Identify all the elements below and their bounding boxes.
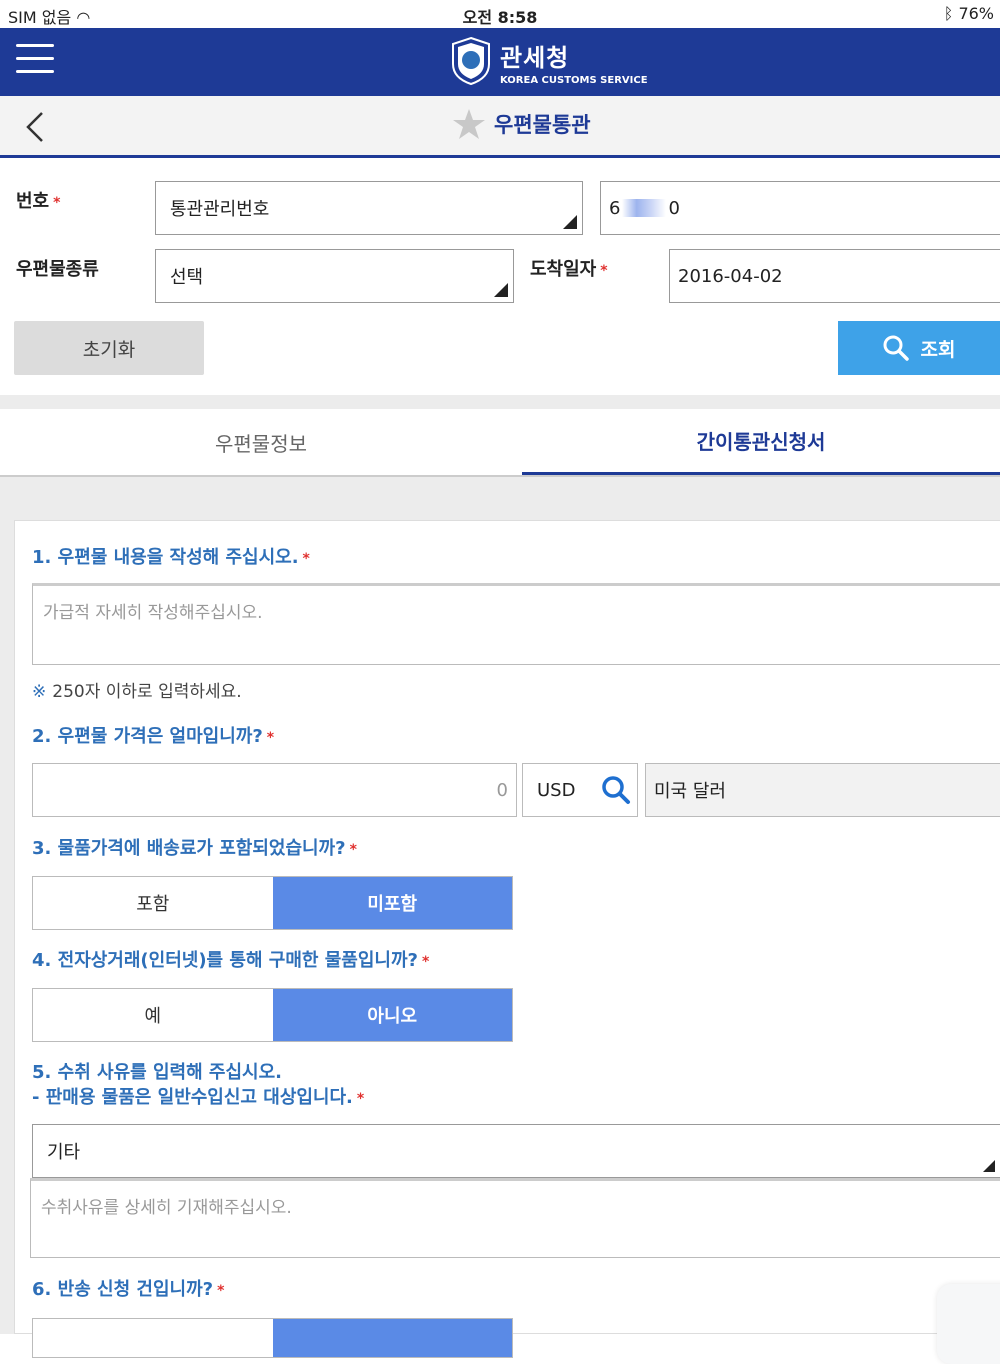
page-title: 우편물통관 [494,113,591,137]
question-3: 3. 물품가격에 배송료가 포함되었습니까? * [32,838,357,859]
number-label: 번호 * [16,191,61,212]
number-type-select[interactable]: 통관관리번호 [155,181,583,235]
price-value: 0 [496,779,508,801]
required-mark: * [266,730,275,746]
page-titlebar: 우편물통관 [0,96,1000,158]
receipt-reason-placeholder: 수취사유를 상세히 기재해주십시오. [41,1198,292,1218]
currency-code: USD [537,779,576,801]
option-yes[interactable]: 예 [33,989,273,1041]
arrival-date-input[interactable]: 2016-04-02 [669,249,1000,303]
search-button[interactable]: 조회 [838,321,1000,375]
mail-type-value: 선택 [170,267,204,288]
search-icon [883,335,909,361]
tab-mail-info[interactable]: 우편물정보 [0,409,522,475]
dropdown-triangle-icon [983,1160,995,1172]
mail-type-label: 우편물종류 [16,259,99,280]
dropdown-triangle-icon [563,215,577,229]
number-input[interactable]: 60 [600,181,1000,235]
reset-button[interactable]: 초기화 [14,321,204,375]
return-option-2[interactable] [272,1319,512,1357]
dropdown-triangle-icon [494,283,508,297]
search-button-label: 조회 [920,338,956,361]
number-type-value: 통관관리번호 [170,199,270,220]
question-6: 6. 반송 신청 건입니까? * [32,1279,225,1300]
battery-label: 76% [958,4,994,23]
return-request-toggle [32,1318,513,1358]
question-5: 5. 수취 사유를 입력해 주십시오. [32,1058,282,1084]
tab-simple-customs-application[interactable]: 간이통관신청서 [522,409,1000,475]
question-5-note: - 판매용 물품은 일반수입신고 대상입니다. * [32,1087,365,1108]
menu-icon[interactable] [16,44,54,78]
ecommerce-toggle: 예 아니오 [32,988,513,1042]
currency-name-field: 미국 달러 [645,763,1000,817]
arrival-date-value: 2016-04-02 [678,265,783,287]
back-arrow-icon[interactable] [22,110,52,144]
receipt-reason-value: 기타 [47,1142,81,1163]
number-value-end: 0 [668,197,680,219]
arrival-date-label: 도착일자 * [530,259,608,280]
option-included[interactable]: 포함 [33,877,273,929]
page-title-group: 우편물통관 [452,108,591,140]
battery-status: ᛒ 76% [944,4,994,23]
question-1: 1. 우편물 내용을 작성해 주십시오. * [32,547,310,568]
question-2: 2. 우편물 가격은 얼마입니까? * [32,726,275,747]
question-4: 4. 전자상거래(인터넷)를 통해 구매한 물품입니까? * [32,950,430,971]
divider [0,395,1000,409]
required-mark: * [349,842,357,858]
brand[interactable]: 관세청 KOREA CUSTOMS SERVICE [500,38,648,86]
tab-bar: 우편물정보 간이통관신청서 [0,409,1000,477]
currency-name: 미국 달러 [654,781,726,802]
mail-type-select[interactable]: 선택 [155,249,514,303]
star-icon[interactable] [452,108,486,140]
return-option-1[interactable] [33,1319,273,1357]
option-not-included[interactable]: 미포함 [272,877,512,929]
required-mark: * [421,954,430,970]
receipt-reason-textarea[interactable]: 수취사유를 상세히 기재해주십시오. [30,1178,1000,1258]
note-mark: ※ [32,682,47,702]
mail-content-placeholder: 가급적 자세히 작성해주십시오. [43,603,263,623]
floating-button[interactable] [937,1284,1000,1364]
clock: 오전 8:58 [462,8,538,27]
app-header: 관세청 KOREA CUSTOMS SERVICE [0,28,1000,96]
required-mark: * [53,195,61,211]
required-mark: * [217,1283,225,1299]
required-mark: * [600,263,608,279]
receipt-reason-select[interactable]: 기타 [32,1124,1000,1178]
char-limit-text: 250자 이하로 입력하세요. [52,682,242,702]
brand-title: 관세청 [500,44,570,72]
bluetooth-icon: ᛒ [943,4,954,23]
mail-content-textarea[interactable]: 가급적 자세히 작성해주십시오. [32,583,1000,665]
required-mark: * [356,1091,365,1107]
shipping-included-toggle: 포함 미포함 [32,876,513,930]
required-mark: * [302,551,310,567]
price-input[interactable]: 0 [32,763,517,817]
search-icon[interactable] [601,775,631,805]
question-5-line1: 5. 수취 사유를 입력해 주십시오. [32,1062,282,1083]
number-value-start: 6 [609,197,621,219]
currency-code-field[interactable]: USD [522,763,638,817]
option-no[interactable]: 아니오 [272,989,512,1041]
char-limit-note: ※ 250자 이하로 입력하세요. [32,677,242,702]
status-bar: SIM 없음 ◠ 오전 8:58 ᛒ 76% [0,0,1000,28]
brand-subtitle: KOREA CUSTOMS SERVICE [500,75,648,86]
redacted-blur [622,199,667,217]
customs-logo-icon [452,36,490,86]
